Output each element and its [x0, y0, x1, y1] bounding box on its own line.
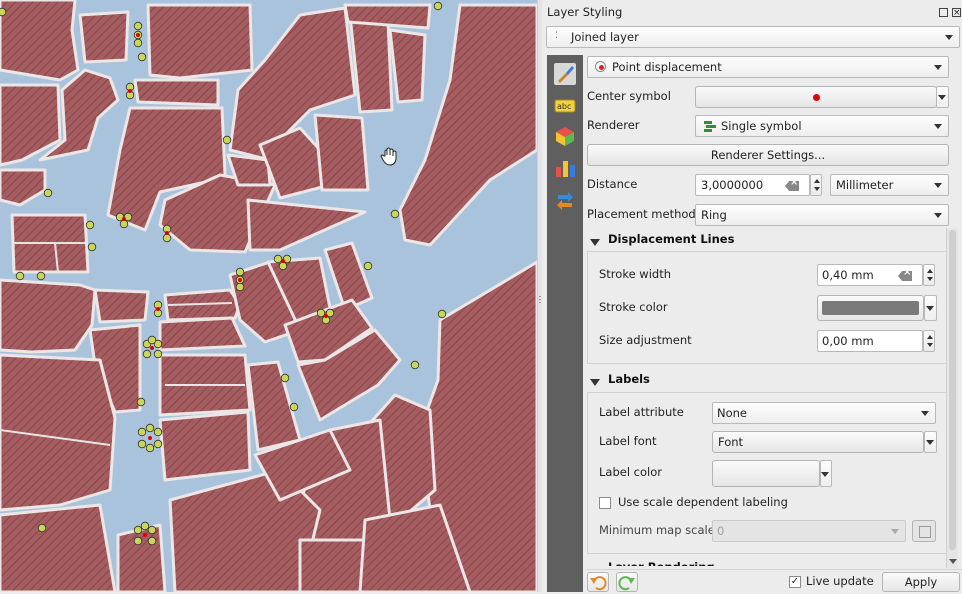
- center-symbol-label: Center symbol: [587, 89, 671, 103]
- min-map-scale-select[interactable]: 0: [712, 520, 906, 542]
- distance-input[interactable]: 3,0000000: [695, 174, 810, 196]
- map-canvas[interactable]: [0, 0, 537, 592]
- label-attribute-select[interactable]: None: [712, 402, 936, 424]
- size-adjustment-value: 0,00 mm: [822, 334, 874, 348]
- renderer-label: Renderer: [587, 118, 640, 132]
- live-update-label: Live update: [806, 574, 874, 588]
- placement-method-label: Placement method: [587, 207, 696, 221]
- stroke-color-dropdown[interactable]: [924, 295, 937, 321]
- clear-stroke-width-icon[interactable]: [898, 271, 912, 281]
- current-scale-button[interactable]: [912, 520, 936, 542]
- placement-method-select[interactable]: Ring: [695, 204, 949, 226]
- stroke-color-button[interactable]: [817, 295, 924, 321]
- distance-spinner[interactable]: [810, 174, 822, 196]
- stroke-width-value: 0,40 mm: [822, 268, 874, 282]
- redo-icon[interactable]: [616, 572, 638, 592]
- label-attribute-value: None: [717, 406, 748, 420]
- label-color-dropdown[interactable]: [820, 460, 832, 487]
- stroke-color-swatch: [822, 301, 919, 315]
- svg-text:abc: abc: [557, 102, 571, 111]
- collapse-displacement-icon[interactable]: [590, 239, 600, 246]
- layer-rendering-title[interactable]: Layer Rendering: [608, 560, 715, 566]
- label-font-value: Font: [718, 435, 744, 449]
- live-update-checkbox[interactable]: ✓: [789, 576, 801, 588]
- panel-scrollbar[interactable]: [946, 228, 958, 568]
- label-font-label: Label font: [599, 434, 657, 448]
- collapse-labels-icon[interactable]: [590, 379, 600, 386]
- label-attribute-label: Label attribute: [599, 405, 684, 419]
- stroke-width-spinner[interactable]: [923, 264, 935, 286]
- layer-styling-panel: Layer Styling × ⁚ Joined layer abc Point…: [542, 0, 962, 592]
- paintbrush-icon[interactable]: [554, 63, 576, 85]
- label-color-button[interactable]: [712, 460, 820, 487]
- placement-method-value: Ring: [701, 208, 727, 222]
- history-icon[interactable]: [554, 189, 576, 211]
- undo-icon[interactable]: [587, 572, 609, 592]
- renderer-type-value: Point displacement: [612, 60, 722, 74]
- stroke-width-label: Stroke width: [599, 267, 671, 281]
- distance-unit-select[interactable]: Millimeter: [830, 174, 949, 196]
- close-panel-icon[interactable]: ×: [952, 8, 961, 18]
- stroke-width-input[interactable]: 0,40 mm: [817, 264, 923, 286]
- float-panel-icon[interactable]: [939, 8, 948, 17]
- label-color-label: Label color: [599, 465, 662, 479]
- label-font-button[interactable]: Font: [712, 431, 924, 453]
- clear-distance-icon[interactable]: [785, 181, 799, 191]
- single-symbol-icon: [704, 121, 716, 133]
- apply-button[interactable]: Apply: [882, 572, 960, 592]
- layer-select-value: Joined layer: [571, 30, 639, 44]
- size-adjustment-label: Size adjustment: [599, 333, 692, 347]
- center-symbol-dropdown[interactable]: [936, 86, 949, 108]
- stroke-color-label: Stroke color: [599, 300, 668, 314]
- red-dot-symbol-icon: [813, 94, 820, 101]
- labels-icon[interactable]: abc: [554, 95, 576, 117]
- distance-unit-value: Millimeter: [836, 178, 894, 192]
- map-extent-icon: [919, 526, 931, 538]
- min-map-scale-value: 0: [717, 524, 725, 538]
- point-displacement-icon: [595, 61, 606, 72]
- renderer-value: Single symbol: [721, 119, 802, 133]
- center-symbol-button[interactable]: [695, 86, 937, 108]
- panel-title: Layer Styling: [547, 5, 623, 19]
- diagram-icon[interactable]: [554, 157, 576, 179]
- renderer-select[interactable]: Single symbol: [695, 115, 949, 137]
- size-adjustment-input[interactable]: 0,00 mm: [817, 330, 923, 352]
- scale-dependent-label: Use scale dependent labeling: [618, 495, 788, 509]
- size-adjustment-spinner[interactable]: [923, 330, 935, 352]
- scale-dependent-checkbox[interactable]: [599, 497, 611, 509]
- point-layer-icon: ⁚: [555, 31, 558, 41]
- distance-label: Distance: [587, 177, 638, 191]
- renderer-settings-button[interactable]: Renderer Settings...: [587, 144, 949, 166]
- label-font-dropdown[interactable]: [924, 431, 937, 453]
- styling-sidebar: abc: [547, 55, 583, 592]
- renderer-type-select[interactable]: Point displacement: [587, 56, 949, 78]
- distance-value: 3,0000000: [701, 178, 764, 192]
- map-svg[interactable]: [0, 0, 537, 592]
- labels-title[interactable]: Labels: [608, 372, 650, 386]
- displacement-lines-title[interactable]: Displacement Lines: [608, 232, 734, 246]
- layer-select[interactable]: ⁚ Joined layer: [546, 26, 960, 48]
- min-map-scale-label: Minimum map scale: [599, 523, 715, 537]
- 3d-view-icon[interactable]: [554, 125, 576, 147]
